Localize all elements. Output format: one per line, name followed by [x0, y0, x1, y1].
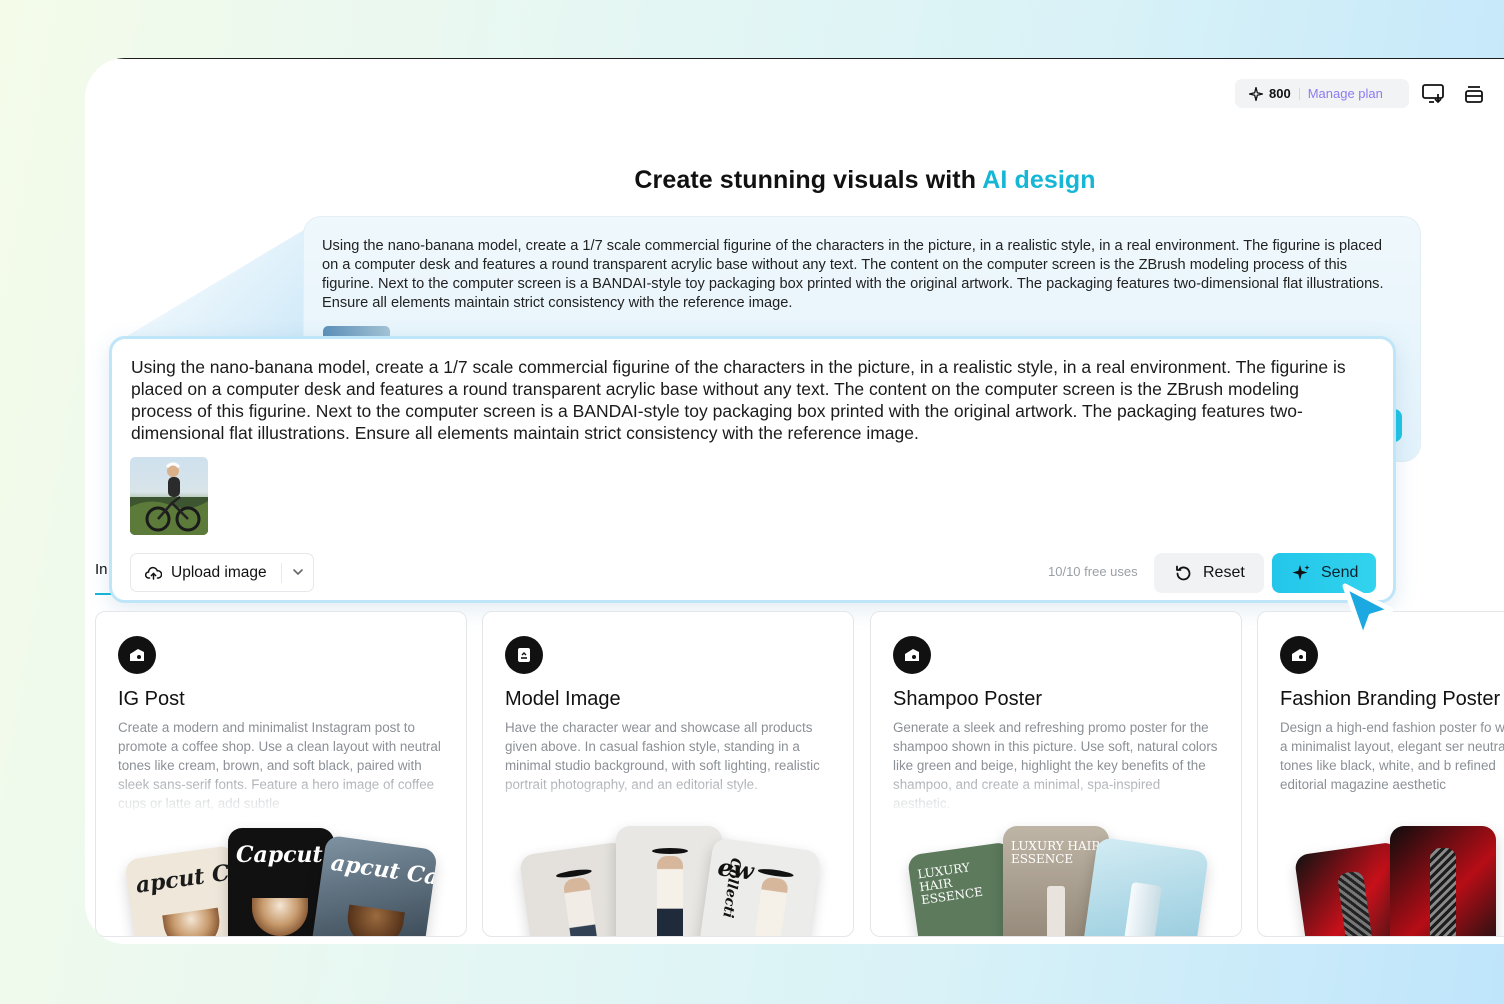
- preview-tile: ew Collecti: [696, 837, 822, 936]
- card-fold-decoration: [127, 216, 327, 336]
- chevron-down-icon[interactable]: [291, 565, 305, 584]
- cloud-upload-icon: [145, 566, 162, 580]
- page-headline: Create stunning visuals with AI design: [85, 166, 1504, 195]
- layers-icon[interactable]: [1462, 82, 1486, 106]
- template-icon: [1280, 636, 1318, 674]
- template-description: Design a high-end fashion poster fo with…: [1280, 718, 1504, 810]
- preview-tile: [1390, 826, 1496, 936]
- upload-divider: [281, 563, 282, 583]
- template-title: Fashion Branding Poster: [1280, 688, 1501, 710]
- free-uses-counter: 10/10 free uses: [1048, 564, 1138, 579]
- sparkle-icon: [1292, 564, 1310, 580]
- reference-image-thumbnail[interactable]: [130, 457, 208, 535]
- credits-count: 800: [1269, 86, 1291, 101]
- prompt-composer: Using the nano-banana model, create a 1/…: [109, 336, 1396, 603]
- template-icon: [893, 636, 931, 674]
- template-description: Generate a sleek and refreshing promo po…: [893, 720, 1218, 810]
- top-divider: [117, 58, 1504, 59]
- template-icon: [505, 636, 543, 674]
- template-title: IG Post: [118, 688, 185, 710]
- preview-tile: [1080, 836, 1210, 936]
- template-title: Model Image: [505, 688, 621, 710]
- tab-active-indicator: [95, 593, 111, 595]
- manage-plan-link[interactable]: Manage plan: [1308, 86, 1383, 101]
- template-card-model-image[interactable]: Model Image Have the character wear and …: [482, 611, 854, 937]
- mouse-cursor-icon: [1339, 580, 1397, 655]
- prompt-input[interactable]: Using the nano-banana model, create a 1/…: [131, 356, 1361, 444]
- template-icon: [118, 636, 156, 674]
- app-window: 800 Manage plan Create stunning visuals …: [85, 58, 1504, 944]
- monitor-download-icon[interactable]: [1421, 82, 1445, 106]
- upload-image-label: Upload image: [171, 563, 267, 581]
- prompt-card-back-thumbnail: [323, 326, 390, 336]
- prompt-card-back-text: Using the nano-banana model, create a 1/…: [322, 238, 1384, 311]
- template-description: Create a modern and minimalist Instagram…: [118, 720, 441, 810]
- tab-fragment[interactable]: In: [95, 561, 108, 578]
- template-description-text: Design a high-end fashion poster fo with…: [1280, 720, 1504, 792]
- reset-button[interactable]: Reset: [1154, 553, 1264, 593]
- template-description: Have the character wear and showcase all…: [505, 720, 820, 792]
- headline-text: Create stunning visuals with: [634, 166, 983, 194]
- sparkle-icon: [1249, 86, 1263, 101]
- headline-accent: AI design: [982, 166, 1096, 194]
- credits-separator: [1298, 87, 1300, 100]
- upload-image-button[interactable]: Upload image: [130, 553, 314, 592]
- template-title: Shampoo Poster: [893, 688, 1042, 710]
- template-card-ig-post[interactable]: IG Post Create a modern and minimalist I…: [95, 611, 467, 937]
- template-card-fashion-branding-poster[interactable]: Fashion Branding Poster Design a high-en…: [1257, 611, 1504, 937]
- reset-label: Reset: [1203, 564, 1245, 581]
- credits-badge[interactable]: 800 Manage plan: [1235, 79, 1409, 108]
- preview-tile: apcut Caf: [310, 834, 438, 936]
- reset-icon: [1176, 565, 1191, 580]
- template-card-shampoo-poster[interactable]: Shampoo Poster Generate a sleek and refr…: [870, 611, 1242, 937]
